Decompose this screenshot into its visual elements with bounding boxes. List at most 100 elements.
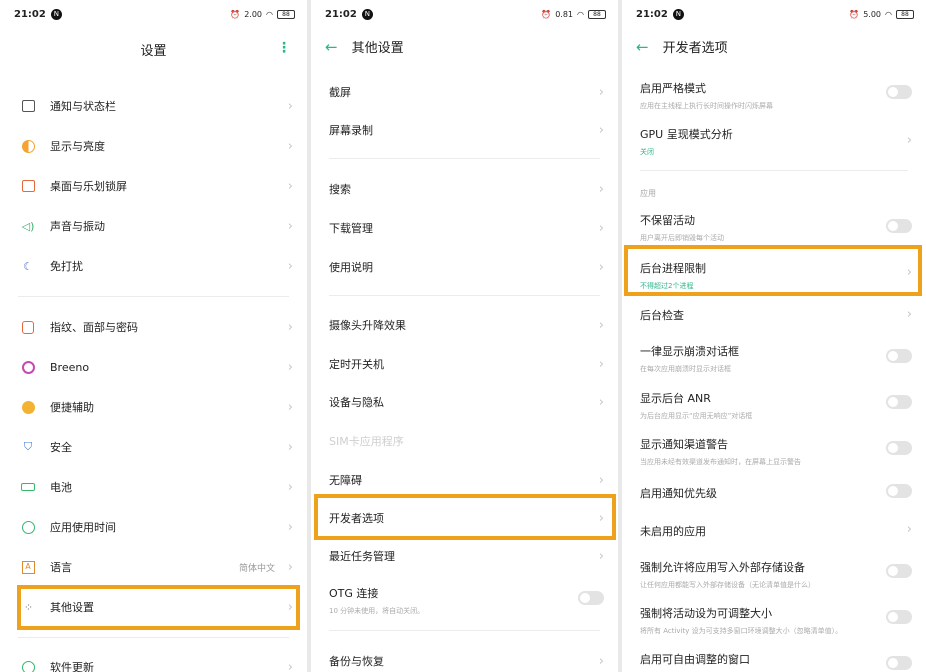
settings-item-breeno[interactable]: Breeno ›: [0, 357, 307, 377]
lock-icon: [20, 319, 36, 335]
dev-item-notif-priority[interactable]: 启用通知优先级: [640, 485, 912, 501]
list-item-search[interactable]: 搜索 ›: [311, 179, 618, 199]
list-item-screenshot[interactable]: 截屏 ›: [311, 82, 618, 102]
list-item-scheduled-power[interactable]: 定时开关机 ›: [311, 354, 618, 374]
chevron-right-icon: ›: [287, 599, 293, 615]
list-item-otg[interactable]: OTG 连接 10 分钟未使用，将自动关闭。: [329, 585, 604, 616]
chevron-right-icon: ›: [598, 394, 604, 410]
status-bar: 21:02 N ⏰ 5.00 ◠ 88: [636, 6, 914, 22]
chevron-right-icon: ›: [598, 259, 604, 275]
screenshot-collage: 21:02 N ⏰ 2.00 ◠ 88 设置 ⋮ 通知与状态栏 › 显示与亮度 …: [0, 0, 926, 672]
settings-item-dnd[interactable]: ☾ 免打扰 ›: [0, 256, 307, 276]
settings-item-language[interactable]: A 语言 简体中文 ›: [0, 557, 307, 577]
settings-item-other[interactable]: ⁘ 其他设置 ›: [0, 597, 307, 617]
dev-item-force-external[interactable]: 强制允许将应用写入外部存储设备 让任何应用都能写入外部存储设备（无论清单值是什么…: [640, 559, 912, 590]
list-item-recent-tasks[interactable]: 最近任务管理 ›: [311, 546, 618, 566]
section-label: 应用: [640, 189, 656, 198]
notif-priority-toggle[interactable]: [886, 484, 912, 498]
app-time-icon: [20, 519, 36, 535]
chevron-right-icon: ›: [287, 659, 293, 672]
chevron-right-icon: ›: [906, 132, 912, 148]
chevron-right-icon: ›: [287, 319, 293, 335]
chevron-right-icon: ›: [287, 359, 293, 375]
chevron-right-icon: ›: [598, 356, 604, 372]
settings-item-update[interactable]: 软件更新 ›: [0, 657, 307, 672]
dev-item-bg-process-limit[interactable]: 后台进程限制 不得超过2个进程: [640, 260, 912, 291]
dev-item-bg-anr[interactable]: 显示后台 ANR 为后台应用显示“应用无响应”对话框: [640, 390, 912, 421]
list-item-downloads[interactable]: 下载管理 ›: [311, 218, 618, 238]
notification-icon: [20, 98, 36, 114]
divider: [329, 158, 600, 159]
settings-item-wallpaper[interactable]: 桌面与乐划锁屏 ›: [0, 176, 307, 196]
chevron-right-icon: ›: [598, 122, 604, 138]
chevron-right-icon: ›: [598, 317, 604, 333]
bg-anr-toggle[interactable]: [886, 395, 912, 409]
chevron-right-icon: ›: [287, 439, 293, 455]
alarm-icon: ⏰: [230, 9, 241, 19]
dev-item-inactive-apps[interactable]: 未启用的应用: [640, 523, 912, 539]
page-title: 开发者选项: [662, 41, 728, 56]
settings-item-security-lock[interactable]: 指纹、面部与密码 ›: [0, 317, 307, 337]
alarm-icon: ⏰: [849, 9, 860, 19]
chevron-right-icon: ›: [287, 519, 293, 535]
notification-badge-icon: N: [50, 8, 62, 20]
list-item-screen-record[interactable]: 屏幕录制 ›: [311, 120, 618, 140]
status-bar: 21:02 N ⏰ 2.00 ◠ 88: [14, 6, 295, 22]
settings-item-sound[interactable]: ◁) 声音与振动 ›: [0, 216, 307, 236]
otg-toggle[interactable]: [578, 591, 604, 605]
dev-item-no-keep-activities[interactable]: 不保留活动 用户离开后即销毁每个活动: [640, 212, 912, 243]
settings-item-battery[interactable]: 电池 ›: [0, 477, 307, 497]
battery-icon: [20, 479, 36, 495]
settings-item-safety[interactable]: ⛉ 安全 ›: [0, 437, 307, 457]
chevron-right-icon: ›: [598, 653, 604, 669]
chevron-right-icon: ›: [598, 84, 604, 100]
channel-warning-toggle[interactable]: [886, 441, 912, 455]
page-title: 设置: [140, 44, 167, 59]
list-item-sim-apps: SIM卡应用程序: [329, 435, 404, 448]
list-item-manual[interactable]: 使用说明 ›: [311, 257, 618, 277]
vertical-dots-icon[interactable]: ⋮: [277, 40, 291, 56]
divider: [18, 637, 289, 638]
brightness-icon: [20, 138, 36, 154]
dev-item-show-crash[interactable]: 一律显示崩溃对话框 在每次应用崩溃时显示对话框: [640, 343, 912, 374]
settings-item-app-time[interactable]: 应用使用时间 ›: [0, 517, 307, 537]
alarm-icon: ⏰: [541, 9, 552, 19]
list-item-camera-effect[interactable]: 摄像头升降效果 ›: [311, 315, 618, 335]
chevron-right-icon: ›: [287, 138, 293, 154]
show-crash-toggle[interactable]: [886, 349, 912, 363]
strict-mode-toggle[interactable]: [886, 85, 912, 99]
no-keep-activities-toggle[interactable]: [886, 219, 912, 233]
list-item-accessibility[interactable]: 无障碍 ›: [311, 470, 618, 490]
settings-panel: 21:02 N ⏰ 2.00 ◠ 88 设置 ⋮ 通知与状态栏 › 显示与亮度 …: [0, 0, 307, 672]
assist-icon: [20, 399, 36, 415]
force-external-toggle[interactable]: [886, 564, 912, 578]
dev-item-force-resizable[interactable]: 强制将活动设为可调整大小 将所有 Activity 设为可支持多窗口环境调整大小…: [640, 605, 912, 636]
wallpaper-icon: [20, 178, 36, 194]
dev-item-strict-mode[interactable]: 启用严格模式 应用在主线程上执行长时间操作时闪烁屏幕: [640, 80, 912, 111]
list-item-privacy[interactable]: 设备与隐私 ›: [311, 392, 618, 412]
settings-item-assist[interactable]: 便捷辅助 ›: [0, 397, 307, 417]
wifi-icon: ◠: [885, 9, 892, 19]
header: ← 其他设置: [325, 37, 404, 57]
chevron-right-icon: ›: [598, 548, 604, 564]
back-arrow-icon[interactable]: ←: [325, 38, 338, 56]
settings-item-notifications[interactable]: 通知与状态栏 ›: [0, 96, 307, 116]
dev-item-bg-check[interactable]: 后台检查: [640, 307, 912, 323]
wifi-icon: ◠: [577, 9, 584, 19]
settings-item-display[interactable]: 显示与亮度 ›: [0, 136, 307, 156]
dev-item-freeform-windows[interactable]: 启用可自由调整的窗口: [640, 651, 912, 667]
page-title: 其他设置: [351, 41, 404, 56]
dev-item-channel-warning[interactable]: 显示通知渠道警告 当应用未经有效渠道发布通知时，在屏幕上显示警告: [640, 436, 912, 467]
list-item-backup[interactable]: 备份与恢复 ›: [311, 651, 618, 671]
back-arrow-icon[interactable]: ←: [636, 38, 649, 56]
dev-item-gpu-profile[interactable]: GPU 呈现模式分析 关闭: [640, 126, 912, 157]
freeform-windows-toggle[interactable]: [886, 656, 912, 670]
wifi-icon: ◠: [266, 9, 273, 19]
list-item-developer[interactable]: 开发者选项 ›: [311, 508, 618, 528]
sound-icon: ◁): [21, 219, 35, 233]
divider: [329, 295, 600, 296]
notification-badge-icon: N: [361, 8, 373, 20]
force-resizable-toggle[interactable]: [886, 610, 912, 624]
chevron-right-icon: ›: [598, 220, 604, 236]
language-icon: A: [20, 559, 36, 575]
